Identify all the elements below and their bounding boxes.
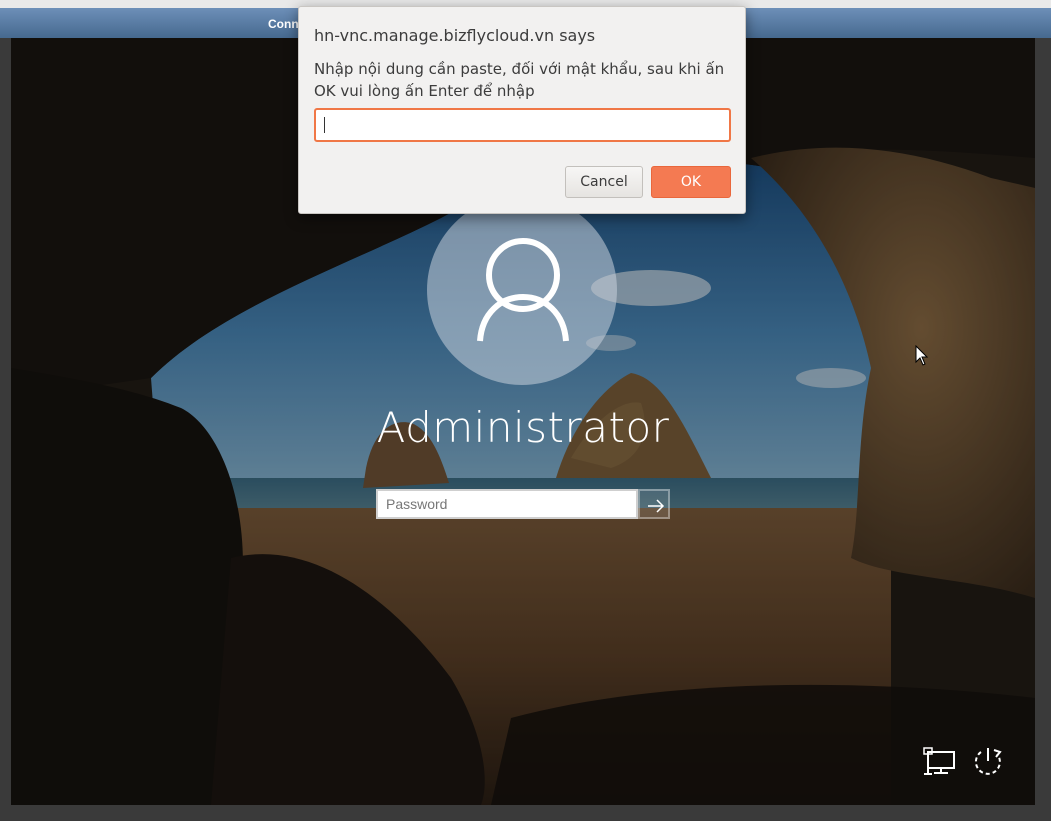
network-icon[interactable]	[922, 746, 956, 776]
text-caret	[324, 117, 325, 133]
mouse-cursor-icon	[915, 345, 929, 366]
password-input[interactable]	[376, 489, 638, 519]
user-avatar	[427, 195, 617, 385]
dialog-title: hn-vnc.manage.bizflycloud.vn says	[314, 26, 596, 45]
vnc-status-text: Conn	[268, 17, 299, 31]
paste-prompt-dialog: hn-vnc.manage.bizflycloud.vn says Nhập n…	[298, 6, 746, 214]
arrow-right-icon	[648, 499, 665, 513]
ok-button[interactable]: OK	[651, 166, 731, 198]
password-box	[376, 489, 670, 523]
user-silhouette-icon	[477, 238, 569, 342]
submit-password-button[interactable]	[638, 489, 670, 519]
power-icon[interactable]	[971, 744, 1005, 776]
cancel-button[interactable]: Cancel	[565, 166, 643, 198]
dialog-message: Nhập nội dung cần paste, đối với mật khẩ…	[314, 60, 725, 100]
paste-input[interactable]	[314, 108, 731, 142]
login-username: Administrator	[376, 403, 670, 452]
